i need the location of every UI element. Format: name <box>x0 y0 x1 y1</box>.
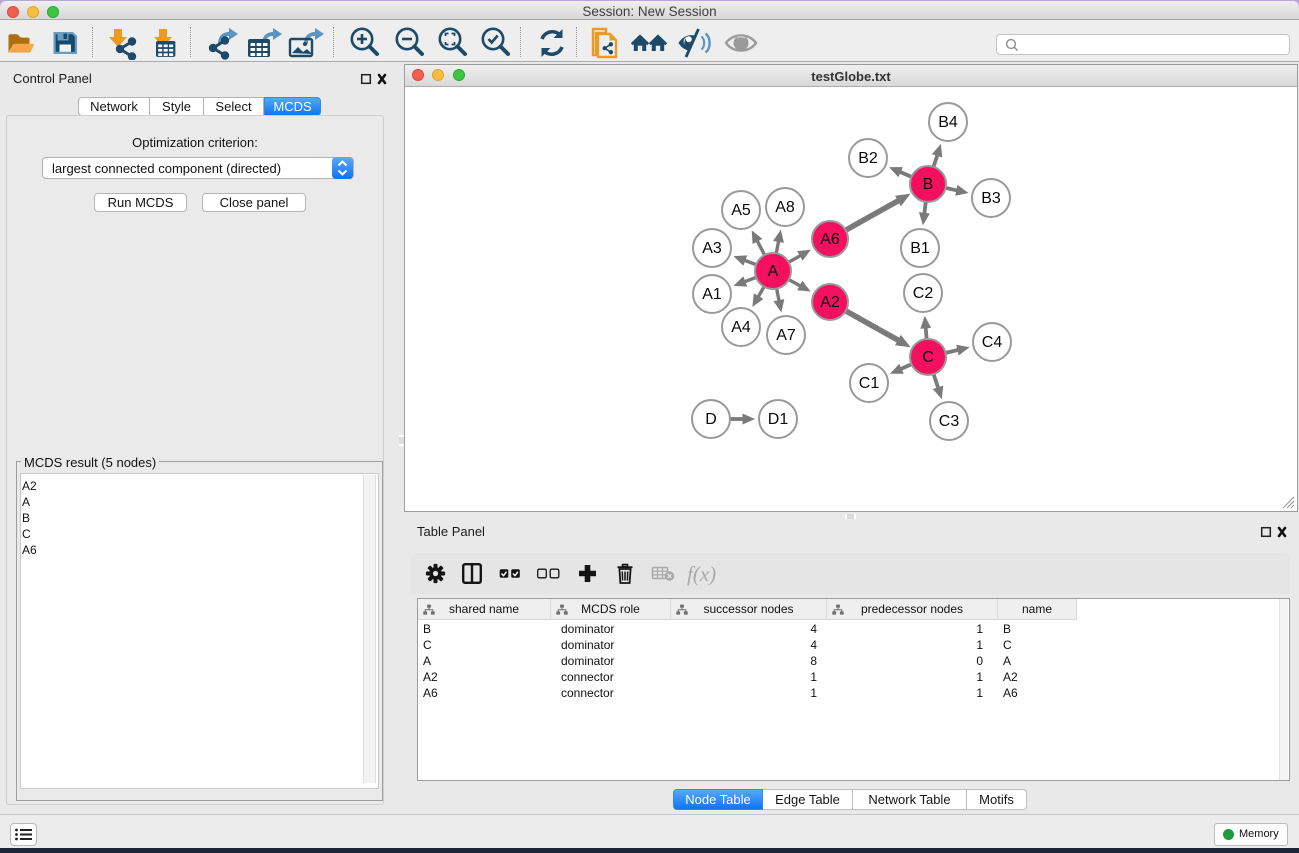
svg-text:C: C <box>922 349 934 366</box>
svg-text:A: A <box>768 263 779 280</box>
svg-text:B4: B4 <box>938 114 958 131</box>
svg-text:A4: A4 <box>731 319 751 336</box>
svg-text:A1: A1 <box>702 286 722 303</box>
svg-text:C3: C3 <box>939 413 960 430</box>
svg-text:A6: A6 <box>820 231 840 248</box>
svg-text:A2: A2 <box>820 294 840 311</box>
svg-text:C4: C4 <box>982 334 1003 351</box>
svg-text:B: B <box>923 176 934 193</box>
svg-text:f(x): f(x) <box>687 562 716 586</box>
svg-text:C2: C2 <box>913 285 934 302</box>
svg-text:D1: D1 <box>768 411 789 428</box>
svg-text:D: D <box>705 411 717 428</box>
svg-text:B3: B3 <box>981 190 1001 207</box>
svg-text:A5: A5 <box>731 202 751 219</box>
svg-text:B1: B1 <box>910 240 930 257</box>
svg-text:C1: C1 <box>859 375 880 392</box>
svg-text:A3: A3 <box>702 240 722 257</box>
svg-text:A8: A8 <box>775 199 795 216</box>
svg-text:B2: B2 <box>858 150 878 167</box>
svg-text:A7: A7 <box>776 327 796 344</box>
